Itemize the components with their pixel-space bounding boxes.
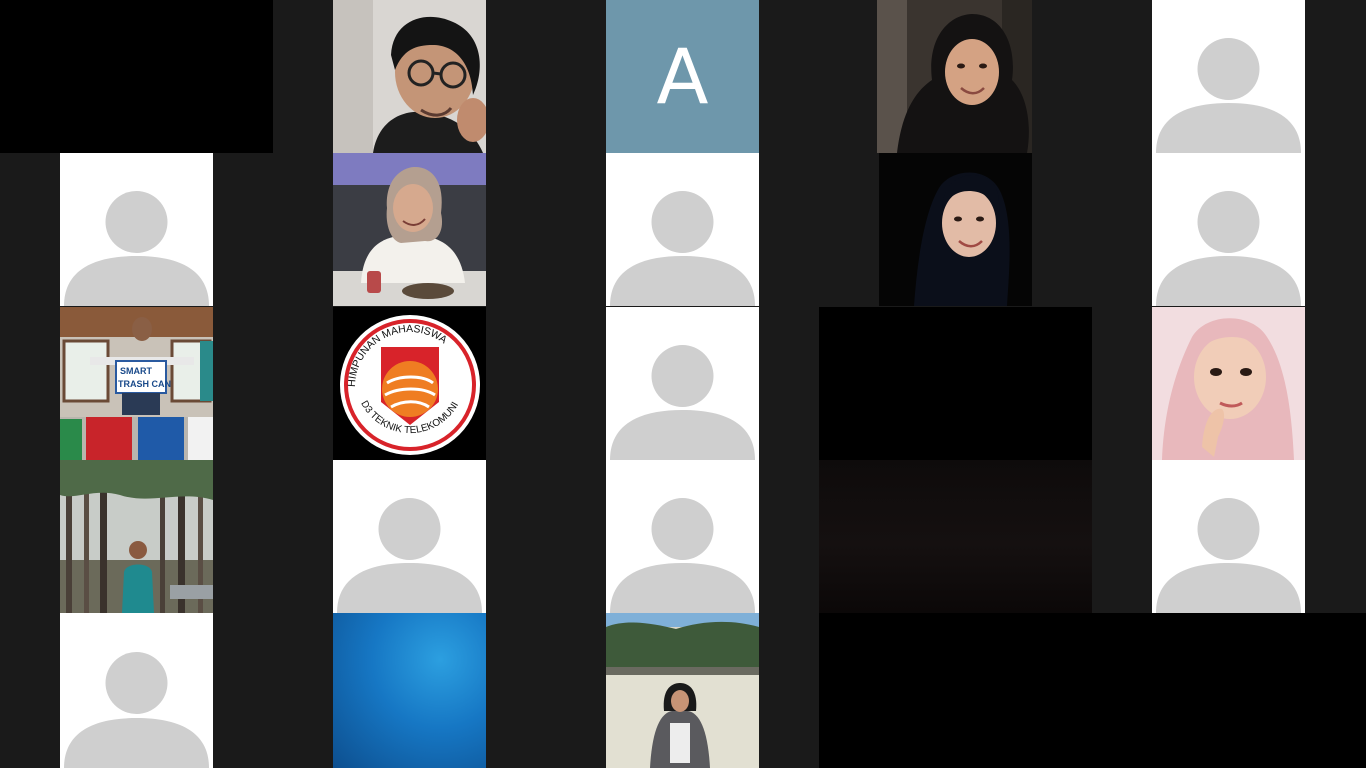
video-tile-p10[interactable] [1152, 153, 1305, 306]
avatar-placeholder-icon [610, 498, 755, 613]
video-tile-p01[interactable] [0, 0, 273, 153]
avatar-placeholder-icon [610, 345, 755, 460]
participant-photo [879, 153, 1032, 306]
video-tile-p02[interactable] [333, 0, 486, 153]
video-tile-p13[interactable] [606, 307, 759, 460]
video-tile-p14[interactable] [819, 307, 1092, 460]
avatar-placeholder-icon [64, 191, 209, 306]
sign-text-line1: SMART [120, 366, 152, 376]
video-tile-p20[interactable] [1152, 460, 1305, 613]
avatar-placeholder-icon [337, 498, 482, 613]
participant-photo [333, 153, 486, 306]
video-tile-p08[interactable] [606, 153, 759, 306]
video-tile-p12[interactable]: HIMPUNAN MAHASISWA D3 TEKNIK TELEKOMUNIK… [333, 307, 486, 460]
video-tile-p23[interactable] [606, 613, 759, 768]
avatar-placeholder-icon [610, 191, 755, 306]
video-tile-p21[interactable] [60, 613, 213, 768]
avatar-placeholder-icon [1156, 191, 1301, 306]
participant-photo [333, 0, 486, 153]
participant-photo: SMART TRASH CAN [60, 307, 213, 460]
video-tile-p18[interactable] [606, 460, 759, 613]
video-tile-p22[interactable] [333, 613, 486, 768]
participant-initial: A [656, 31, 709, 121]
avatar-placeholder-icon [1156, 38, 1301, 153]
video-tile-p07[interactable] [333, 153, 486, 306]
video-tile-p05[interactable] [1152, 0, 1305, 153]
participant-photo [606, 613, 759, 768]
video-tile-p17[interactable] [333, 460, 486, 613]
participant-photo [1152, 307, 1305, 460]
participant-photo [877, 0, 1032, 153]
video-tile-p24[interactable] [819, 613, 1366, 768]
video-tile-p04[interactable] [877, 0, 1032, 153]
sign-text-line2: TRASH CAN [118, 379, 171, 389]
video-tile-p06[interactable] [60, 153, 213, 306]
video-tile-p16[interactable] [60, 460, 213, 613]
organization-logo: HIMPUNAN MAHASISWA D3 TEKNIK TELEKOMUNIK… [333, 307, 480, 455]
video-tile-p03[interactable]: A [606, 0, 759, 153]
video-tile-p09[interactable] [879, 153, 1032, 306]
avatar-placeholder-icon [1156, 498, 1301, 613]
video-tile-p19[interactable] [819, 460, 1092, 613]
avatar-placeholder-icon [64, 652, 209, 768]
participant-photo [60, 460, 213, 613]
video-tile-p11[interactable]: SMART TRASH CAN [60, 307, 213, 460]
video-tile-p15[interactable] [1152, 307, 1305, 460]
